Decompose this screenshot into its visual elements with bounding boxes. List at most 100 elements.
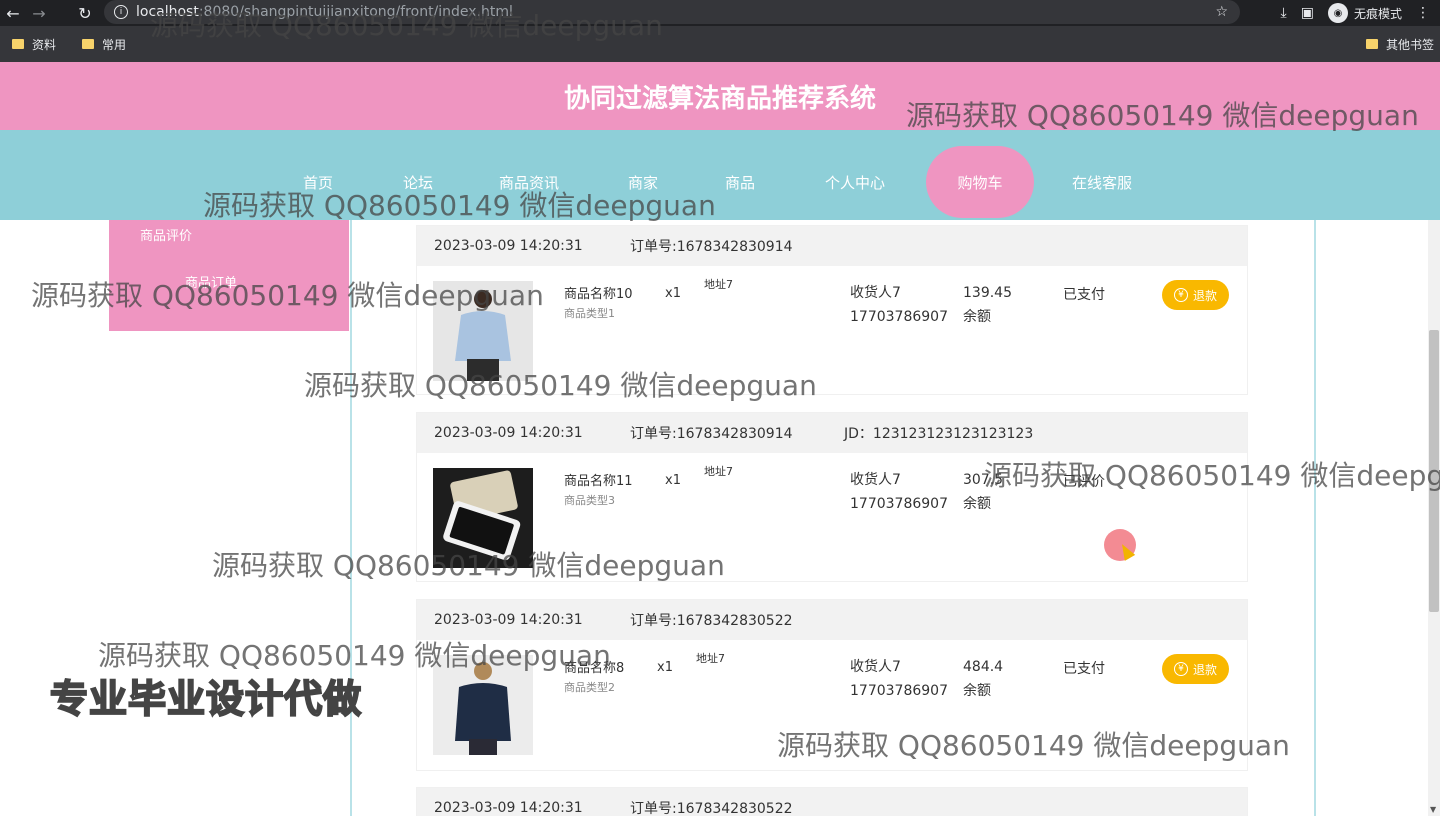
- nav-news[interactable]: 商品资讯: [499, 172, 559, 193]
- refund-button[interactable]: ¥ 退款: [1162, 654, 1229, 684]
- nav-support[interactable]: 在线客服: [1072, 172, 1132, 193]
- back-icon[interactable]: ←: [0, 0, 26, 26]
- download-icon[interactable]: ⤓: [1281, 5, 1287, 21]
- nav-cart[interactable]: 购物车: [926, 146, 1034, 218]
- product-type: 商品类型1: [564, 307, 615, 320]
- receiver-name: 收货人7: [850, 472, 901, 488]
- order-header: 2023-03-09 14:20:31 订单号:1678342830914 JD…: [417, 413, 1247, 453]
- order-status: 已评价: [1063, 474, 1105, 490]
- side-item-reviews[interactable]: 商品评价: [140, 225, 192, 244]
- bookmarks-bar: 资料 常用 其他书签: [0, 26, 1440, 62]
- side-menu: 商品评价 商品订单: [109, 220, 349, 331]
- yen-icon: ¥: [1173, 662, 1188, 676]
- receiver-info: 收货人7 17703786907: [850, 468, 948, 516]
- folder-icon: [12, 39, 24, 49]
- receiver-name: 收货人7: [850, 659, 901, 675]
- sidepanel-icon[interactable]: ▣: [1301, 5, 1314, 21]
- bookmark-label: 资料: [32, 37, 57, 52]
- receiver-info: 收货人7 17703786907: [850, 655, 948, 703]
- product-type: 商品类型2: [564, 681, 615, 694]
- order-number: 订单号:1678342830522: [630, 613, 793, 629]
- receiver-info: 收货人7 17703786907: [850, 281, 948, 329]
- folder-icon: [1365, 39, 1378, 49]
- bookmark-star-icon[interactable]: ☆: [1215, 4, 1228, 20]
- yen-icon: ¥: [1173, 288, 1188, 302]
- product-image[interactable]: [433, 468, 533, 568]
- scroll-down-icon[interactable]: ▼: [1430, 805, 1436, 814]
- order-time: 2023-03-09 14:20:31: [434, 612, 583, 628]
- price-info: 139.45 余额: [963, 281, 1012, 329]
- address-bar[interactable]: i localhost:8080/shangpintuijianxitong/f…: [104, 0, 1240, 24]
- watermark-banner: 专业毕业设计代做: [49, 676, 363, 722]
- delivery-address: 地址7: [704, 278, 733, 291]
- url-path: :8080/shangpintuijianxitong/front/index.…: [198, 4, 513, 20]
- site-header: 协同过滤算法商品推荐系统: [0, 62, 1440, 130]
- order-time: 2023-03-09 14:20:31: [434, 238, 583, 254]
- order-number: 订单号:1678342830522: [630, 801, 793, 816]
- order-header: 2023-03-09 14:20:31 订单号:1678342830522: [417, 788, 1247, 816]
- nav-home[interactable]: 首页: [303, 172, 333, 193]
- product-qty: x1: [665, 473, 681, 488]
- order-price: 139.45: [963, 285, 1012, 301]
- pay-method: 余额: [963, 496, 991, 512]
- order-header: 2023-03-09 14:20:31 订单号:1678342830914: [417, 226, 1247, 266]
- scrollbar-thumb[interactable]: [1429, 330, 1439, 612]
- page-scrollbar[interactable]: ▼: [1428, 220, 1440, 816]
- incognito-label: 无痕模式: [1353, 6, 1402, 21]
- bookmark-folder-ziliao[interactable]: 资料: [12, 36, 56, 53]
- bookmark-label: 常用: [102, 37, 127, 52]
- product-name: 商品名称10: [564, 287, 633, 302]
- order-header: 2023-03-09 14:20:31 订单号:1678342830522: [417, 600, 1247, 640]
- order-price: 307.5: [963, 472, 1004, 488]
- receiver-name: 收货人7: [850, 285, 901, 301]
- product-name: 商品名称8: [564, 661, 625, 676]
- url-host: localhost: [136, 4, 199, 20]
- refund-label: 退款: [1192, 288, 1217, 303]
- product-type: 商品类型3: [564, 494, 615, 507]
- bookmark-folder-changyong[interactable]: 常用: [82, 36, 126, 53]
- folder-icon: [82, 39, 95, 49]
- delivery-address: 地址7: [696, 652, 725, 665]
- menu-icon[interactable]: ⋮: [1416, 5, 1430, 21]
- delivery-address: 地址7: [704, 465, 733, 478]
- receiver-phone: 17703786907: [850, 309, 948, 325]
- product-image[interactable]: [433, 281, 533, 381]
- order-time: 2023-03-09 14:20:31: [434, 425, 583, 441]
- tracking-number: JD：123123123123123123: [844, 426, 1034, 442]
- order-number: 订单号:1678342830914: [630, 426, 793, 442]
- receiver-phone: 17703786907: [850, 683, 948, 699]
- product-qty: x1: [665, 286, 681, 301]
- reload-icon[interactable]: ↻: [72, 0, 98, 26]
- browser-toolbar: ← → ↻ i localhost:8080/shangpintuijianxi…: [0, 0, 1440, 26]
- other-bookmarks[interactable]: 其他书签: [1365, 26, 1434, 62]
- nav-products[interactable]: 商品: [725, 172, 755, 193]
- incognito-icon: ◉: [1327, 3, 1348, 23]
- nav-forum[interactable]: 论坛: [403, 172, 433, 193]
- order-card: 2023-03-09 14:20:31 订单号:1678342830522 商品…: [416, 599, 1248, 771]
- price-info: 484.4 余额: [963, 655, 1003, 703]
- refund-label: 退款: [1192, 662, 1217, 677]
- other-bookmarks-label: 其他书签: [1385, 37, 1434, 52]
- main-nav: 首页 论坛 商品资讯 商家 商品 个人中心 在线客服: [0, 130, 1440, 220]
- site-title: 协同过滤算法商品推荐系统: [563, 83, 876, 114]
- order-card: 2023-03-09 14:20:31 订单号:1678342830914 商品…: [416, 225, 1248, 395]
- product-qty: x1: [657, 660, 673, 675]
- order-price: 484.4: [963, 659, 1004, 675]
- pay-method: 余额: [963, 309, 991, 325]
- refund-button[interactable]: ¥ 退款: [1162, 280, 1229, 310]
- product-image[interactable]: [433, 655, 533, 755]
- nav-profile[interactable]: 个人中心: [825, 172, 885, 193]
- site-info-icon[interactable]: i: [114, 5, 128, 19]
- incognito-indicator[interactable]: ◉ 无痕模式: [1327, 3, 1402, 23]
- forward-icon[interactable]: →: [26, 0, 52, 26]
- product-name: 商品名称11: [564, 474, 633, 489]
- price-info: 307.5 余额: [963, 468, 1003, 516]
- order-status: 已支付: [1063, 287, 1105, 303]
- side-item-orders[interactable]: 商品订单: [185, 272, 237, 291]
- nav-merchant[interactable]: 商家: [628, 172, 658, 193]
- order-card: 2023-03-09 14:20:31 订单号:1678342830522: [416, 787, 1248, 816]
- receiver-phone: 17703786907: [850, 496, 948, 512]
- pay-method: 余额: [963, 683, 991, 699]
- order-status: 已支付: [1063, 661, 1105, 677]
- order-time: 2023-03-09 14:20:31: [434, 800, 583, 816]
